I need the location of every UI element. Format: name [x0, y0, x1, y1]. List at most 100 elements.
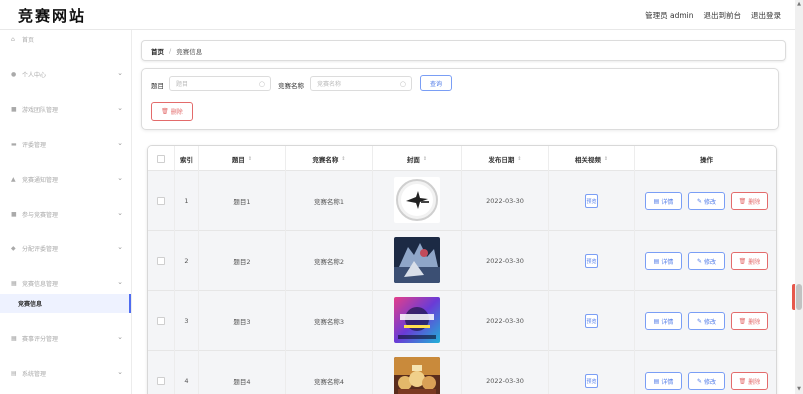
- cover-image[interactable]: [394, 297, 440, 345]
- delete-label: 删除: [748, 318, 761, 326]
- topic-placeholder: 题目: [176, 81, 189, 88]
- sort-icon: ⇕: [517, 155, 522, 162]
- delete-button[interactable]: 🗑 删除: [731, 312, 768, 330]
- table-header: 索引 题目 ⇕ 竞赛名称 ⇕ 封面 ⇕ 发布日期 ⇕ 相关视频 ⇕ 操作: [148, 146, 776, 171]
- th-video[interactable]: 相关视频 ⇕: [549, 146, 635, 171]
- th-name-label: 竞赛名称: [312, 155, 339, 164]
- trash-icon: 🗑: [738, 257, 747, 265]
- scroll-thumb[interactable]: [796, 284, 802, 310]
- chevron-down-icon: ⌄: [117, 278, 123, 286]
- edit-label: 修改: [704, 258, 717, 266]
- pencil-icon: ✎: [696, 197, 702, 205]
- batch-delete-button[interactable]: 🗑 删除: [151, 102, 193, 121]
- name-search-input[interactable]: 竞赛名称 ○: [310, 76, 412, 91]
- table-row[interactable]: 1 题目1 竞赛名称1 2022-03-30 预览 ▤ 详情 ✎ 修改 🗑 删除: [148, 171, 776, 231]
- scroll-down-arrow-icon[interactable]: ▼: [795, 385, 803, 394]
- back-to-front-link[interactable]: 退出到前台: [704, 10, 742, 21]
- edit-button[interactable]: ✎ 修改: [688, 252, 725, 270]
- chevron-down-icon: ⌄: [117, 209, 123, 217]
- video-preview-button[interactable]: 预览: [585, 314, 598, 328]
- select-all-checkbox[interactable]: [157, 154, 165, 163]
- video-preview-button[interactable]: 预览: [585, 194, 598, 208]
- judge-icon: ▬: [11, 140, 17, 148]
- delete-button[interactable]: 🗑 删除: [731, 252, 768, 270]
- row-name: 竞赛名称1: [286, 171, 373, 231]
- sidebar-item[interactable]: ⌂ 首页: [0, 30, 131, 48]
- trash-icon: 🗑: [738, 317, 747, 325]
- table-row[interactable]: 3 题目3 竞赛名称3 2022-03-30 预览 ▤ 详情 ✎ 修改 🗑 删除: [148, 291, 776, 351]
- participate-icon: ■: [11, 210, 17, 218]
- sidebar-item[interactable]: ■ 参与竞赛管理 ⌄: [0, 205, 131, 223]
- sidebar-item-label: 分配评委管理: [22, 245, 59, 253]
- topic-label: 题目: [151, 82, 164, 90]
- sidebar-item[interactable]: ▦ 竞赛信息管理 ⌄: [0, 274, 131, 292]
- row-select-cell: [148, 291, 175, 351]
- row-topic: 题目1: [199, 171, 286, 231]
- row-actions: ▤ 详情 ✎ 修改 🗑 删除: [635, 171, 776, 231]
- sidebar-item[interactable]: ◆ 分配评委管理 ⌄: [0, 239, 131, 257]
- th-name[interactable]: 竞赛名称 ⇕: [286, 146, 373, 171]
- th-actions-label: 操作: [700, 155, 713, 164]
- page-scrollbar[interactable]: ▲ ▼: [795, 0, 803, 394]
- detail-button[interactable]: ▤ 详情: [645, 372, 682, 390]
- row-video: 预览: [549, 171, 635, 231]
- sidebar-item[interactable]: ■ 游戏团队管理 ⌄: [0, 100, 131, 118]
- search-icon: ○: [399, 80, 406, 88]
- row-checkbox[interactable]: [157, 377, 165, 385]
- detail-button[interactable]: ▤ 详情: [645, 252, 682, 270]
- top-header: 竞赛网站 管理员 admin 退出到前台 退出登录: [0, 0, 795, 30]
- detail-label: 详情: [661, 378, 674, 386]
- th-topic[interactable]: 题目 ⇕: [199, 146, 286, 171]
- topic-search-input[interactable]: 题目 ○: [169, 76, 271, 91]
- delete-button[interactable]: 🗑 删除: [731, 372, 768, 390]
- sidebar-item[interactable]: 竞赛信息: [0, 294, 131, 313]
- row-actions: ▤ 详情 ✎ 修改 🗑 删除: [635, 231, 776, 291]
- sort-icon: ⇕: [247, 155, 253, 162]
- th-index-label: 索引: [180, 155, 193, 164]
- trash-icon: 🗑: [161, 108, 169, 115]
- th-cover-label: 封面: [406, 155, 420, 164]
- th-actions: 操作: [635, 146, 776, 171]
- detail-button[interactable]: ▤ 详情: [645, 312, 682, 330]
- th-date[interactable]: 发布日期 ⇕: [462, 146, 549, 171]
- sidebar-item[interactable]: ▤ 系统管理 ⌄: [0, 364, 131, 382]
- th-topic-label: 题目: [231, 155, 245, 164]
- detail-label: 详情: [661, 318, 674, 326]
- video-preview-button[interactable]: 预览: [585, 254, 598, 268]
- scroll-marker: [792, 284, 795, 310]
- detail-button[interactable]: ▤ 详情: [645, 192, 682, 210]
- breadcrumb-home[interactable]: 首页: [151, 46, 164, 56]
- edit-button[interactable]: ✎ 修改: [688, 372, 725, 390]
- competition-table: 索引 题目 ⇕ 竞赛名称 ⇕ 封面 ⇕ 发布日期 ⇕ 相关视频 ⇕ 操作 1 题目1 竞赛名称…: [147, 145, 777, 394]
- name-label: 竞赛名称: [278, 82, 304, 90]
- search-panel: 题目 题目 ○ 竞赛名称 竞赛名称 ○ 查询 🗑 删除: [141, 68, 779, 130]
- edit-button[interactable]: ✎ 修改: [688, 312, 725, 330]
- detail-label: 详情: [661, 258, 674, 266]
- row-checkbox[interactable]: [157, 317, 165, 325]
- edit-button[interactable]: ✎ 修改: [688, 192, 725, 210]
- row-checkbox[interactable]: [157, 197, 165, 205]
- row-date: 2022-03-30: [462, 291, 549, 351]
- video-preview-button[interactable]: 预览: [585, 374, 598, 388]
- row-checkbox[interactable]: [157, 257, 165, 265]
- row-index: 2: [175, 231, 199, 291]
- table-row[interactable]: 2 题目2 竞赛名称2 2022-03-30 预览 ▤ 详情 ✎ 修改 🗑 删除: [148, 231, 776, 291]
- cover-image[interactable]: [394, 357, 440, 394]
- sidebar-item[interactable]: ● 个人中心 ⌄: [0, 65, 131, 83]
- sidebar-item[interactable]: ▲ 竞赛通知管理 ⌄: [0, 170, 131, 188]
- row-video: 预览: [549, 351, 635, 394]
- table-row[interactable]: 4 题目4 竞赛名称4 2022-03-30 预览 ▤ 详情 ✎ 修改 🗑 删除: [148, 351, 776, 394]
- chevron-down-icon: ⌄: [117, 243, 123, 251]
- logout-link[interactable]: 退出登录: [751, 10, 781, 21]
- delete-button[interactable]: 🗑 删除: [731, 192, 768, 210]
- row-index: 3: [175, 291, 199, 351]
- cover-image[interactable]: [394, 237, 440, 285]
- sidebar-item[interactable]: ▬ 评委管理 ⌄: [0, 135, 131, 153]
- sidebar-item[interactable]: ▦ 赛事评分管理 ⌄: [0, 329, 131, 347]
- site-logo[interactable]: 竞赛网站: [18, 5, 86, 26]
- query-button[interactable]: 查询: [420, 75, 452, 91]
- pencil-icon: ✎: [696, 317, 702, 325]
- cover-image[interactable]: [394, 177, 440, 225]
- th-cover[interactable]: 封面 ⇕: [373, 146, 462, 171]
- scroll-up-arrow-icon[interactable]: ▲: [795, 0, 803, 9]
